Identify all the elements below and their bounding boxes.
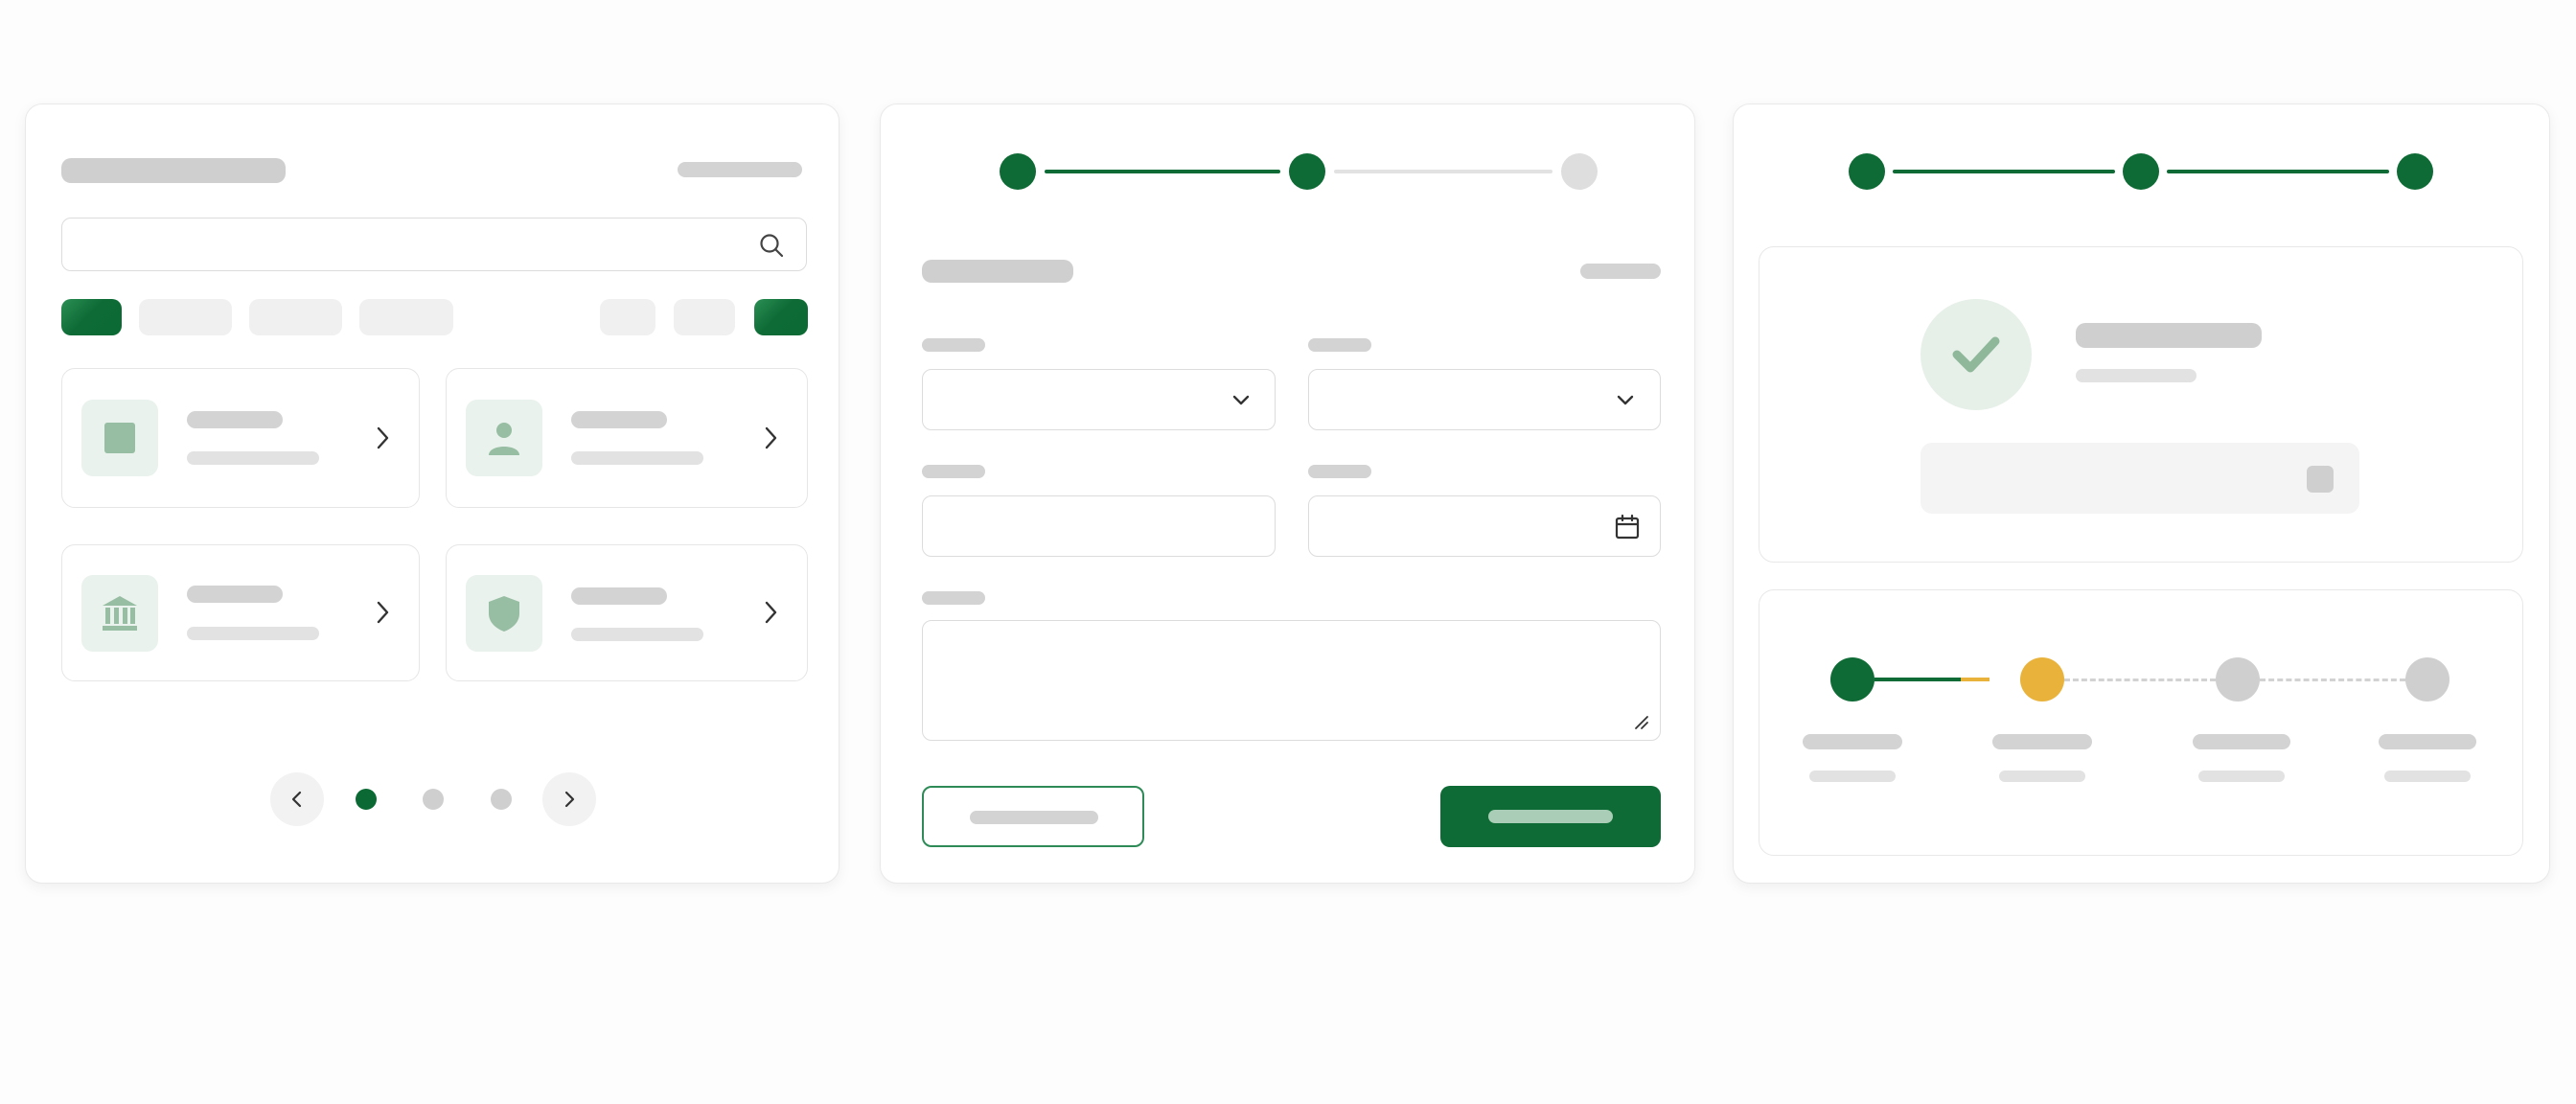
form-title-placeholder xyxy=(922,260,1073,283)
timeline-connector xyxy=(1874,678,1990,681)
step-2-complete xyxy=(2123,153,2159,190)
card-icon-tile xyxy=(466,575,542,652)
card-icon-tile xyxy=(81,400,158,476)
option-card[interactable] xyxy=(61,544,420,681)
card-subtitle xyxy=(187,451,319,465)
continue-button[interactable] xyxy=(1440,786,1661,847)
pagination-dot[interactable] xyxy=(491,789,512,810)
card-subtitle xyxy=(571,628,703,641)
success-badge xyxy=(1920,299,2032,410)
summary-card xyxy=(1759,246,2523,563)
step-connector-complete xyxy=(1893,170,2115,173)
timeline-connector-pending xyxy=(2064,678,2216,681)
card-title xyxy=(571,411,667,428)
timeline-step-pending xyxy=(2405,657,2450,702)
timeline-step-sublabel xyxy=(1809,770,1896,782)
panel-title-placeholder xyxy=(61,158,286,183)
primary-action-chip[interactable] xyxy=(754,299,808,335)
select-field[interactable] xyxy=(922,369,1276,430)
step-2-complete xyxy=(1289,153,1325,190)
card-title xyxy=(571,587,667,605)
previous-page-button[interactable] xyxy=(270,772,324,826)
chevron-down-icon xyxy=(1617,395,1634,405)
step-1-complete xyxy=(1000,153,1036,190)
field-label xyxy=(922,338,985,352)
user-icon xyxy=(489,423,519,455)
timeline-step-sublabel xyxy=(2384,770,2471,782)
card-subtitle xyxy=(571,451,703,465)
step-connector-complete xyxy=(1045,170,1280,173)
timeline-step-label xyxy=(2379,734,2476,749)
timeline-step-label xyxy=(1992,734,2092,749)
step-3-complete xyxy=(2397,153,2433,190)
chevron-left-icon xyxy=(291,791,302,808)
continue-button-label xyxy=(1488,810,1613,823)
chevron-right-icon xyxy=(765,601,777,624)
card-title xyxy=(187,411,283,428)
timeline-step-label xyxy=(2193,734,2290,749)
next-page-button[interactable] xyxy=(542,772,596,826)
chevron-down-icon xyxy=(1232,395,1250,405)
confirmation-panel xyxy=(1733,104,2550,884)
step-connector-pending xyxy=(1334,170,1552,173)
notes-textarea[interactable] xyxy=(922,620,1661,741)
field-label xyxy=(1308,465,1371,478)
step-3-pending xyxy=(1561,153,1598,190)
card-icon-tile xyxy=(466,400,542,476)
option-card[interactable] xyxy=(446,544,808,681)
timeline-step-sublabel xyxy=(1999,770,2085,782)
field-label xyxy=(1308,338,1371,352)
search-input[interactable] xyxy=(61,218,807,271)
filter-chip-active[interactable] xyxy=(61,299,122,335)
option-card[interactable] xyxy=(446,368,808,508)
timeline-step-current xyxy=(2020,657,2064,702)
filter-chip[interactable] xyxy=(249,299,342,335)
calendar-icon[interactable] xyxy=(1614,514,1641,540)
chevron-right-icon xyxy=(564,791,575,808)
card-title xyxy=(187,586,283,603)
square-icon xyxy=(2307,466,2334,493)
step-1-complete xyxy=(1849,153,1885,190)
chevron-right-icon xyxy=(765,426,777,449)
summary-subtitle xyxy=(2076,369,2196,382)
step-connector-complete xyxy=(2167,170,2389,173)
option-card[interactable] xyxy=(61,368,420,508)
timeline-step-pending xyxy=(2216,657,2260,702)
timeline-step-done xyxy=(1830,657,1874,702)
shield-icon xyxy=(489,596,519,632)
search-icon[interactable] xyxy=(758,232,785,259)
card-subtitle xyxy=(187,627,319,640)
resize-handle-icon[interactable] xyxy=(1632,713,1649,730)
pagination-dot-active[interactable] xyxy=(356,789,377,810)
card-icon-tile xyxy=(81,575,158,652)
status-field xyxy=(1920,443,2359,514)
text-field[interactable] xyxy=(922,495,1276,557)
timeline-step-label xyxy=(1803,734,1902,749)
filter-chip[interactable] xyxy=(359,299,453,335)
timeline-card xyxy=(1759,589,2523,856)
date-field[interactable] xyxy=(1308,495,1661,557)
bank-icon xyxy=(103,596,137,631)
browse-panel xyxy=(25,104,840,884)
action-chip[interactable] xyxy=(674,299,735,335)
field-label xyxy=(922,591,985,605)
back-button-label xyxy=(970,811,1098,824)
check-icon xyxy=(1952,336,2000,373)
panel-meta-placeholder xyxy=(678,162,802,177)
field-label xyxy=(922,465,985,478)
select-field[interactable] xyxy=(1308,369,1661,430)
action-chip[interactable] xyxy=(600,299,656,335)
filter-chip[interactable] xyxy=(139,299,232,335)
summary-title xyxy=(2076,323,2262,348)
form-panel xyxy=(880,104,1695,884)
square-icon xyxy=(104,423,135,453)
chevron-right-icon xyxy=(377,426,389,449)
back-button[interactable] xyxy=(922,786,1144,847)
chevron-right-icon xyxy=(377,601,389,624)
form-meta-placeholder xyxy=(1580,264,1661,279)
timeline-connector-pending xyxy=(2260,678,2405,681)
pagination-dot[interactable] xyxy=(423,789,444,810)
timeline-step-sublabel xyxy=(2198,770,2285,782)
